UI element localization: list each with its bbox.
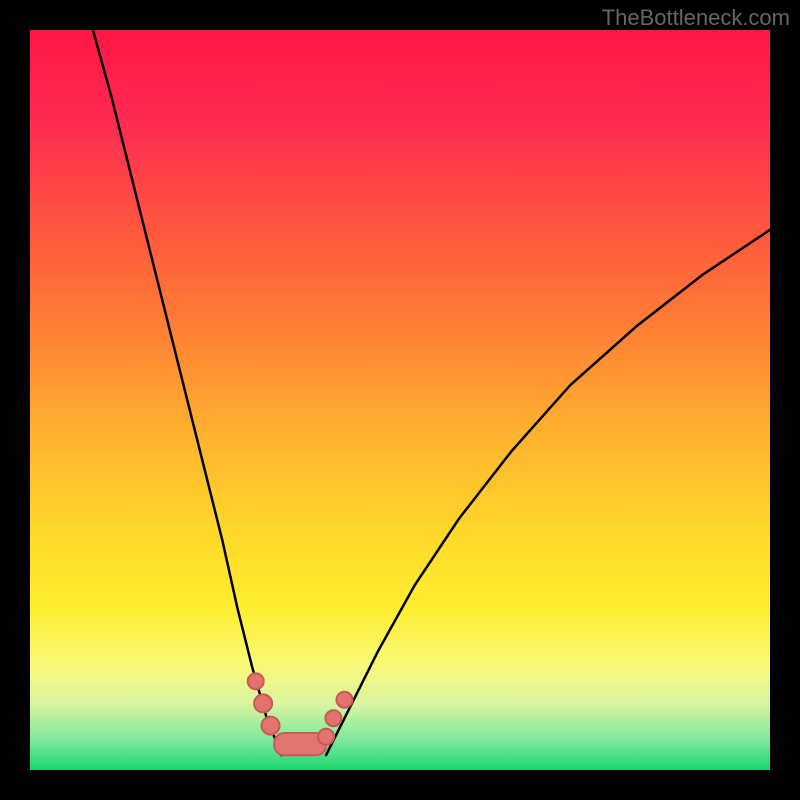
- marker-left-0: [248, 673, 264, 689]
- chart-background: [30, 30, 770, 770]
- chart-plot-area: [30, 30, 770, 770]
- marker-right-0: [318, 729, 334, 745]
- marker-right-1: [325, 710, 341, 726]
- bottleneck-curve-chart: [30, 30, 770, 770]
- marker-right-2: [337, 692, 353, 708]
- marker-left-1: [254, 694, 272, 712]
- marker-left-2: [262, 717, 280, 735]
- attribution-label: TheBottleneck.com: [602, 5, 790, 31]
